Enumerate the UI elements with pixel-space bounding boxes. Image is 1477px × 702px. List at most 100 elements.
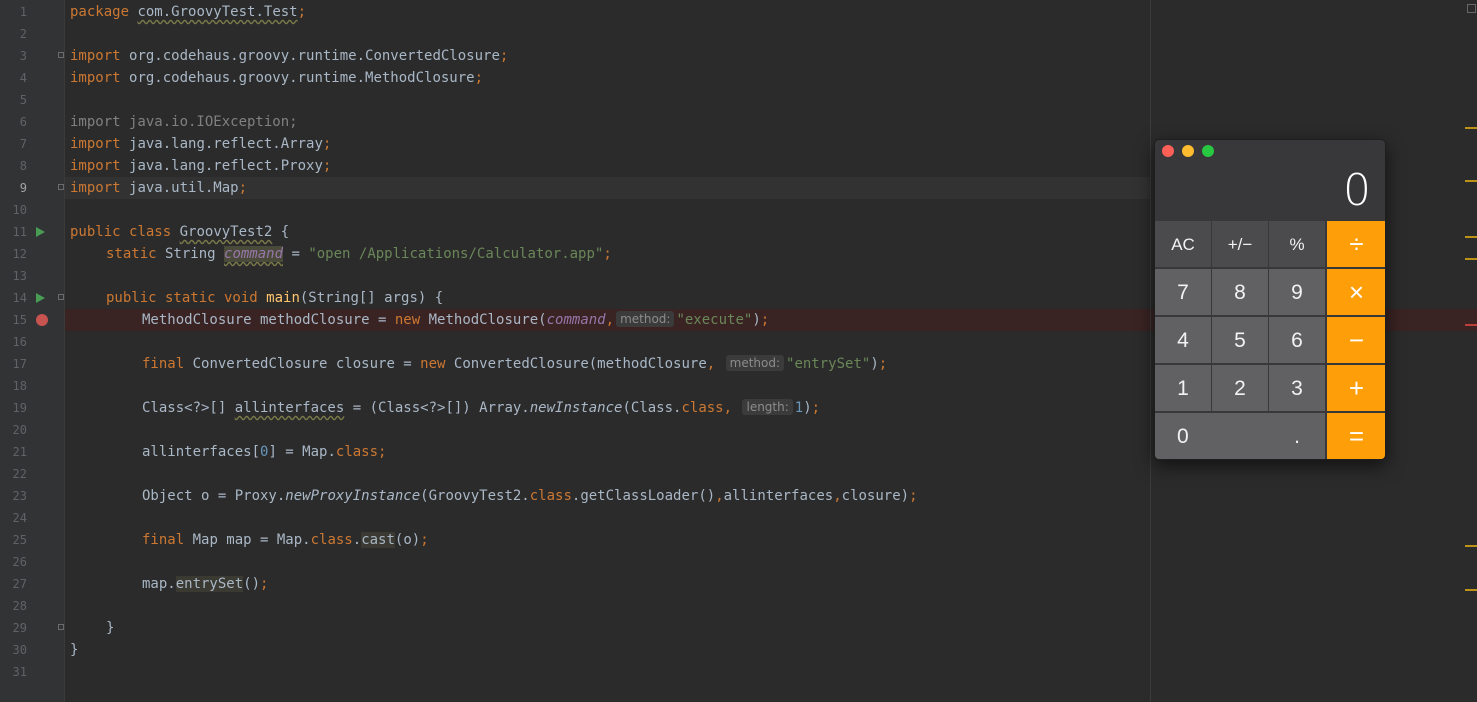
plus-button[interactable]: + [1327, 365, 1385, 412]
warning-stripe-mark[interactable] [1465, 236, 1477, 238]
semicolon: ; [238, 180, 248, 196]
code-line-15: MethodClosure methodClosure = new Method… [142, 309, 769, 331]
keyword: public [70, 224, 121, 240]
line-number: 19 [12, 401, 27, 415]
fold-imports-icon[interactable] [58, 52, 64, 58]
editor-gutter: 1 2 3 4 5 6 7 8 9 10 11 12 13 14 15 16 17 18 19 20 21 22 23 24 2… [0, 0, 65, 702]
line-number: 16 [12, 335, 27, 349]
warning-stripe-mark[interactable] [1465, 258, 1477, 260]
fold-imports-end-icon[interactable] [58, 184, 64, 190]
decimal-button[interactable]: . [1269, 413, 1326, 459]
declaration: ConvertedClosure closure = [184, 356, 421, 372]
import-path: java.util.Map [129, 180, 239, 196]
breakpoint-icon[interactable] [36, 314, 48, 326]
comma: , [605, 312, 615, 328]
method-name: cast [361, 532, 395, 548]
code-line-9: import java.util.Map; [70, 177, 247, 199]
unused-import: import java.io.IOException; [70, 114, 298, 130]
keyword: import [70, 48, 121, 64]
args: (o) [394, 532, 421, 548]
paren: ) [803, 400, 812, 416]
code-line-12: static String command = "open /Applicati… [106, 243, 612, 265]
semicolon: ; [603, 246, 612, 262]
args: (Class. [622, 400, 682, 416]
zoom-button[interactable] [1202, 145, 1214, 157]
calculator-display: 0 [1343, 165, 1371, 216]
number-literal: 1 [794, 400, 804, 416]
plus-minus-button[interactable]: +/− [1212, 221, 1269, 268]
error-stripe-mark[interactable] [1465, 324, 1477, 326]
variable: allinterfaces [234, 400, 345, 416]
code-line-7: import java.lang.reflect.Array; [70, 133, 331, 155]
digit-0-button[interactable]: 0 [1155, 413, 1270, 459]
digit-2-button[interactable]: 2 [1212, 365, 1269, 412]
line-number: 5 [19, 93, 27, 107]
keyword: import [70, 158, 121, 174]
minimize-button[interactable] [1182, 145, 1194, 157]
clear-button[interactable]: AC [1155, 221, 1212, 268]
keyword: package [70, 4, 130, 20]
digit-6-button[interactable]: 6 [1269, 317, 1326, 364]
keyword: final [142, 532, 185, 548]
comma: , [833, 488, 842, 504]
line-number: 21 [12, 445, 27, 459]
close-button[interactable] [1162, 145, 1174, 157]
declaration: Object o = Proxy. [142, 488, 286, 504]
line-number: 3 [19, 49, 27, 63]
digit-9-button[interactable]: 9 [1269, 269, 1326, 316]
calculator-window[interactable]: 0 AC +/− % ÷ 7 8 9 × 4 5 6 − 1 2 3 + 0 .… [1154, 139, 1386, 460]
percent-button[interactable]: % [1269, 221, 1326, 268]
run-main-icon[interactable] [36, 293, 45, 303]
keyword: import [70, 180, 121, 196]
package-name: com.GroovyTest.Test [137, 4, 298, 20]
digit-4-button[interactable]: 4 [1155, 317, 1212, 364]
digit-1-button[interactable]: 1 [1155, 365, 1212, 412]
fold-method-icon[interactable] [58, 294, 64, 300]
semicolon: ; [297, 4, 307, 20]
line-number: 30 [12, 643, 27, 657]
paren: ) [870, 356, 879, 372]
digit-3-button[interactable]: 3 [1269, 365, 1326, 412]
warning-stripe-mark[interactable] [1465, 545, 1477, 547]
code-line-1: package com.GroovyTest.Test; [70, 1, 306, 23]
args: (GroovyTest2. [420, 488, 530, 504]
digit-5-button[interactable]: 5 [1212, 317, 1269, 364]
equals-button[interactable]: = [1327, 413, 1385, 459]
warning-stripe-mark[interactable] [1465, 127, 1477, 129]
keyword: import [70, 70, 121, 86]
line-number: 14 [12, 291, 27, 305]
line-number: 29 [12, 621, 27, 635]
keyword: import [70, 136, 121, 152]
multiply-button[interactable]: × [1327, 269, 1385, 316]
code-line-25: final Map map = Map.class.cast(o); [142, 529, 429, 551]
code-line-4: import org.codehaus.groovy.runtime.Metho… [70, 67, 483, 89]
warning-stripe-mark[interactable] [1465, 589, 1477, 591]
line-number: 17 [12, 357, 27, 371]
line-number: 27 [12, 577, 27, 591]
declaration: MethodClosure methodClosure = [142, 312, 395, 328]
digit-7-button[interactable]: 7 [1155, 269, 1212, 316]
digit-8-button[interactable]: 8 [1212, 269, 1269, 316]
line-number: 31 [12, 665, 27, 679]
line-number: 13 [12, 269, 27, 283]
call: .getClassLoader() [571, 488, 716, 504]
code-line-27: map.entrySet(); [142, 573, 268, 595]
calculator-keypad: AC +/− % ÷ 7 8 9 × 4 5 6 − 1 2 3 + 0 . = [1155, 221, 1385, 459]
method-name: entrySet [175, 576, 244, 592]
arg: allinterfaces [723, 488, 834, 504]
line-number: 7 [19, 137, 27, 151]
string-literal: "entrySet" [786, 356, 871, 372]
fold-method-end-icon[interactable] [58, 624, 64, 630]
assign: ] = Map. [268, 444, 336, 460]
import-path: org.codehaus.groovy.runtime.MethodClosur… [129, 70, 475, 86]
line-number: 23 [12, 489, 27, 503]
minus-button[interactable]: − [1327, 317, 1385, 364]
string-literal: "execute" [676, 312, 753, 328]
run-class-icon[interactable] [36, 227, 45, 237]
line-number: 10 [12, 203, 27, 217]
inspection-status-icon[interactable] [1467, 4, 1476, 13]
warning-stripe-mark[interactable] [1465, 180, 1477, 182]
import-path: java.lang.reflect.Array [129, 136, 323, 152]
divide-button[interactable]: ÷ [1327, 221, 1385, 268]
constructor: MethodClosure( [420, 312, 547, 328]
